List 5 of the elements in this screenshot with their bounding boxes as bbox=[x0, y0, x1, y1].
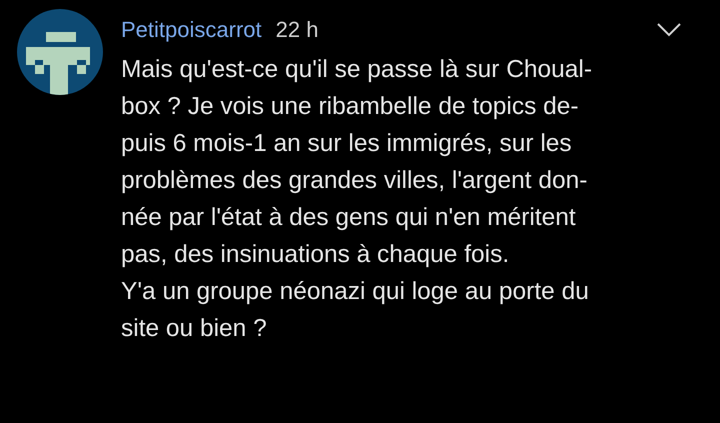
timestamp: 22 h bbox=[276, 17, 318, 43]
chevron-down-icon[interactable] bbox=[656, 22, 682, 38]
comment-text: Mais qu'est-ce qu'il se passe là sur Choual- box ? Je vois une ribambelle de topics de- puis 6 mois-1 an sur les immigrés, sur les problèmes des grandes villes, l'argent don- née par l'état à des gens qui n'en méritent pas, des insinuations à chaque fois. Y'a un groupe néonazi qui loge au porte du site ou bien ? bbox=[121, 55, 593, 344]
avatar-icon[interactable] bbox=[17, 9, 103, 95]
author-name[interactable]: Petitpoiscarrot bbox=[121, 17, 262, 43]
